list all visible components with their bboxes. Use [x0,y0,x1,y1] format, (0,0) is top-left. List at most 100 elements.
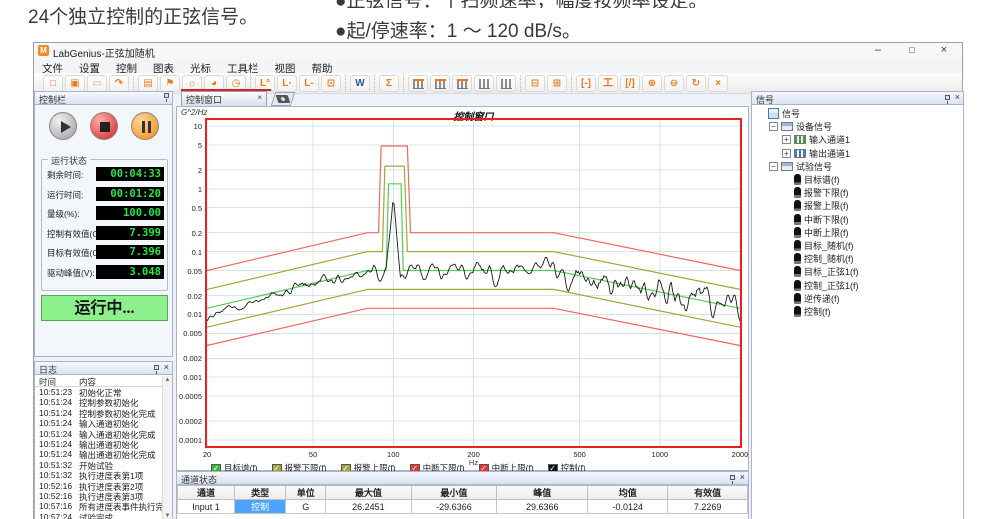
tree-item[interactable]: 中断上限(f) [756,226,963,239]
expand-icon[interactable]: + [782,149,791,158]
chart-bars-3-button[interactable] [452,75,472,92]
status-field: 驱动峰值(V): 3.048 [47,265,164,280]
pause-button[interactable] [131,112,159,140]
tab-close-icon[interactable]: × [257,93,262,102]
close-icon[interactable]: × [740,473,745,482]
y-axis-unit-label: G^2/Hz [181,108,207,117]
zoom-in-icon: ⊕ [648,78,656,89]
cursor-slope-button[interactable]: [/] [620,75,640,92]
channel-row[interactable]: Input 1 控制 G 26.2451 -29.6366 29.6366 -0… [178,500,748,514]
pin-icon[interactable] [730,475,735,480]
y-tick-label: 0.01 [177,310,202,319]
level-profile-3-button[interactable]: L- [299,75,319,92]
pin-icon[interactable] [154,365,159,370]
save-icon: ▣ [70,78,79,89]
tab-control-window[interactable]: 控制窗口 × [181,91,267,106]
running-banner: 运行中... [41,295,168,321]
cursor-vertical-button[interactable]: 工 [598,75,618,92]
restore-button[interactable]: □ [898,43,926,58]
cursor-horizontal-button[interactable]: [-] [576,75,596,92]
close-icon[interactable]: × [164,363,169,372]
zoom-out-button[interactable]: ⊖ [664,75,684,92]
tree-item[interactable]: 目标_随机(f) [756,239,963,252]
tree-item[interactable]: 控制(f) [756,305,963,318]
tree-item[interactable]: 报警下限(f) [756,186,963,199]
tree-item-label: 输出通道1 [809,147,850,160]
tree-item[interactable]: 报警上限(f) [756,199,963,212]
log-row[interactable]: 10:51:24 输出通道初始化完成 [35,449,172,459]
scroll-up-icon[interactable]: ▲ [163,377,172,383]
tree-item[interactable]: − 设备信号 [756,120,963,133]
close-icon[interactable]: × [955,93,960,102]
channel-col-header: 均值 [588,486,668,500]
log-row[interactable]: 10:52:16 执行进度表第3项 [35,491,172,501]
close-button[interactable]: × [930,43,958,58]
log-row[interactable]: 10:57:24 试验完成 [35,512,172,519]
zoom-in-button[interactable]: ⊕ [642,75,662,92]
log-row[interactable]: 10:51:32 开始试验 [35,460,172,470]
y-tick-label: 0.02 [177,292,202,301]
level-profile-2-button[interactable]: L· [277,75,297,92]
refresh-button[interactable]: ↻ [686,75,706,92]
chart-bars-2-button[interactable] [430,75,450,92]
tree-item[interactable]: − 试验信号 [756,160,963,173]
layout-tile-button[interactable]: ⊞ [547,75,567,92]
sigma-button[interactable]: Σ [379,75,399,92]
export-button[interactable]: ↷ [109,75,129,92]
channel-max: 26.2451 [326,500,412,514]
tree-item[interactable]: 信号 [756,107,963,120]
tree-item-label: 目标谱(f) [804,173,840,186]
log-scrollbar[interactable]: ▲ ▼ [162,376,172,519]
export-icon: ↷ [115,78,123,89]
y-tick-label: 0.0002 [177,417,202,426]
log-row[interactable]: 10:51:24 输入通道初始化 [35,418,172,428]
collapse-icon[interactable]: − [769,162,778,171]
tree-item[interactable]: 控制_随机(f) [756,252,963,265]
log-row[interactable]: 10:51:32 执行进度表第1项 [35,470,172,480]
new-button[interactable]: □ [43,75,63,92]
tree-item[interactable]: 控制_正弦1(f) [756,278,963,291]
run-status-label: 运行状态 [48,154,90,167]
tree-item[interactable]: + 输出通道1 [756,147,963,160]
log-header: 日志 × [35,362,172,375]
log-time: 10:51:24 [39,429,72,439]
word-report-button[interactable]: W [350,75,370,92]
log-row[interactable]: 10:51:23 初始化正常 [35,387,172,397]
tree-item[interactable]: + 输入通道1 [756,133,963,146]
stop-button[interactable] [90,112,118,140]
channel-status-panel: 通道状态 × 通道类型单位最大值最小值峰值均值有效值 Input 1 控制 G … [176,471,749,519]
play-button[interactable] [49,112,77,140]
spectrum-plot[interactable] [205,118,742,448]
pin-icon[interactable] [164,93,169,98]
title-bar: M LabGenius-正弦加随机 – □ × [34,43,962,59]
window-copy-button[interactable]: ⊡ [321,75,341,92]
tree-item-label: 控制_正弦1(f) [804,279,859,292]
cancel-button[interactable]: × [708,75,728,92]
y-tick-label: 1 [177,185,202,194]
tree-item[interactable]: 目标_正弦1(f) [756,265,963,278]
chart-bars-5-button[interactable] [496,75,516,92]
log-row[interactable]: 10:51:24 输出通道初始化 [35,439,172,449]
tree-item[interactable]: 中断下限(f) [756,213,963,226]
open-button[interactable]: ▭ [87,75,107,92]
chart-bars-1-button[interactable] [408,75,428,92]
scroll-down-icon[interactable]: ▼ [163,513,172,519]
layout-cascade-button[interactable]: ⊟ [525,75,545,92]
tree-item[interactable]: 目标谱(f) [756,173,963,186]
log-row[interactable]: 10:52:16 执行进度表第2项 [35,481,172,491]
pin-icon[interactable] [945,95,950,100]
log-row[interactable]: 10:51:24 输入通道初始化完成 [35,429,172,439]
save-button[interactable]: ▣ [65,75,85,92]
log-row[interactable]: 10:51:24 控制参数初始化 [35,397,172,407]
chart-bars-4-button[interactable] [474,75,494,92]
expand-icon[interactable]: + [782,135,791,144]
menu-bar: 文件设置控制图表光标工具栏视图帮助 [34,59,962,73]
log-row[interactable]: 10:51:24 控制参数初始化完成 [35,408,172,418]
panorama-button[interactable]: ⚑ [160,75,180,92]
tree-item-label: 报警上限(f) [804,199,849,212]
tree-item[interactable]: 逆传递(f) [756,292,963,305]
collapse-icon[interactable]: − [769,122,778,131]
minimize-button[interactable]: – [864,43,892,58]
print-button[interactable]: ▤ [138,75,158,92]
log-row[interactable]: 10:57:16 所有进度表事件执行完成 [35,501,172,511]
